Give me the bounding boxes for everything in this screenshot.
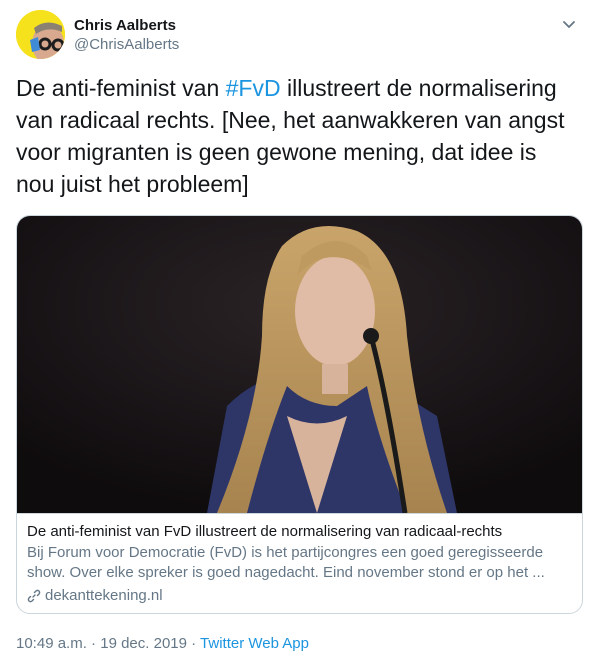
author-name[interactable]: Chris Aalberts <box>74 16 179 36</box>
tweet-meta: 10:49 a.m. · 19 dec. 2019 · Twitter Web … <box>16 634 309 654</box>
card-image[interactable] <box>17 216 582 513</box>
chevron-down-icon[interactable] <box>559 14 579 34</box>
meta-separator: · <box>86 635 101 652</box>
avatar[interactable] <box>16 10 65 59</box>
author-block[interactable]: Chris Aalberts @ChrisAalberts <box>74 16 179 55</box>
author-handle[interactable]: @ChrisAalberts <box>74 35 179 55</box>
card-title[interactable]: De anti-feminist van FvD illustreert de … <box>27 522 574 542</box>
link-card[interactable]: De anti-feminist van FvD illustreert de … <box>16 215 583 614</box>
tweet: Chris Aalberts @ChrisAalberts De anti-fe… <box>0 0 597 667</box>
tweet-text: De anti-feminist van #FvD illustreert de… <box>16 72 576 200</box>
tweet-date[interactable]: 19 dec. 2019 <box>100 635 187 652</box>
hashtag-link[interactable]: #FvD <box>226 75 281 101</box>
tweet-text-part: De anti-feminist van <box>16 75 226 101</box>
meta-separator: · <box>186 635 201 652</box>
card-domain[interactable]: dekanttekening.nl <box>27 586 574 606</box>
tweet-time[interactable]: 10:49 a.m. <box>16 635 87 652</box>
tweet-source[interactable]: Twitter Web App <box>200 635 309 652</box>
avatar-image <box>16 10 65 59</box>
card-photo <box>17 216 582 513</box>
card-domain-text[interactable]: dekanttekening.nl <box>45 586 163 606</box>
card-description: Bij Forum voor Democratie (FvD) is het p… <box>27 544 545 581</box>
card-body[interactable]: De anti-feminist van FvD illustreert de … <box>17 513 582 613</box>
tweet-header: Chris Aalberts @ChrisAalberts <box>16 10 583 62</box>
link-icon <box>27 589 41 603</box>
